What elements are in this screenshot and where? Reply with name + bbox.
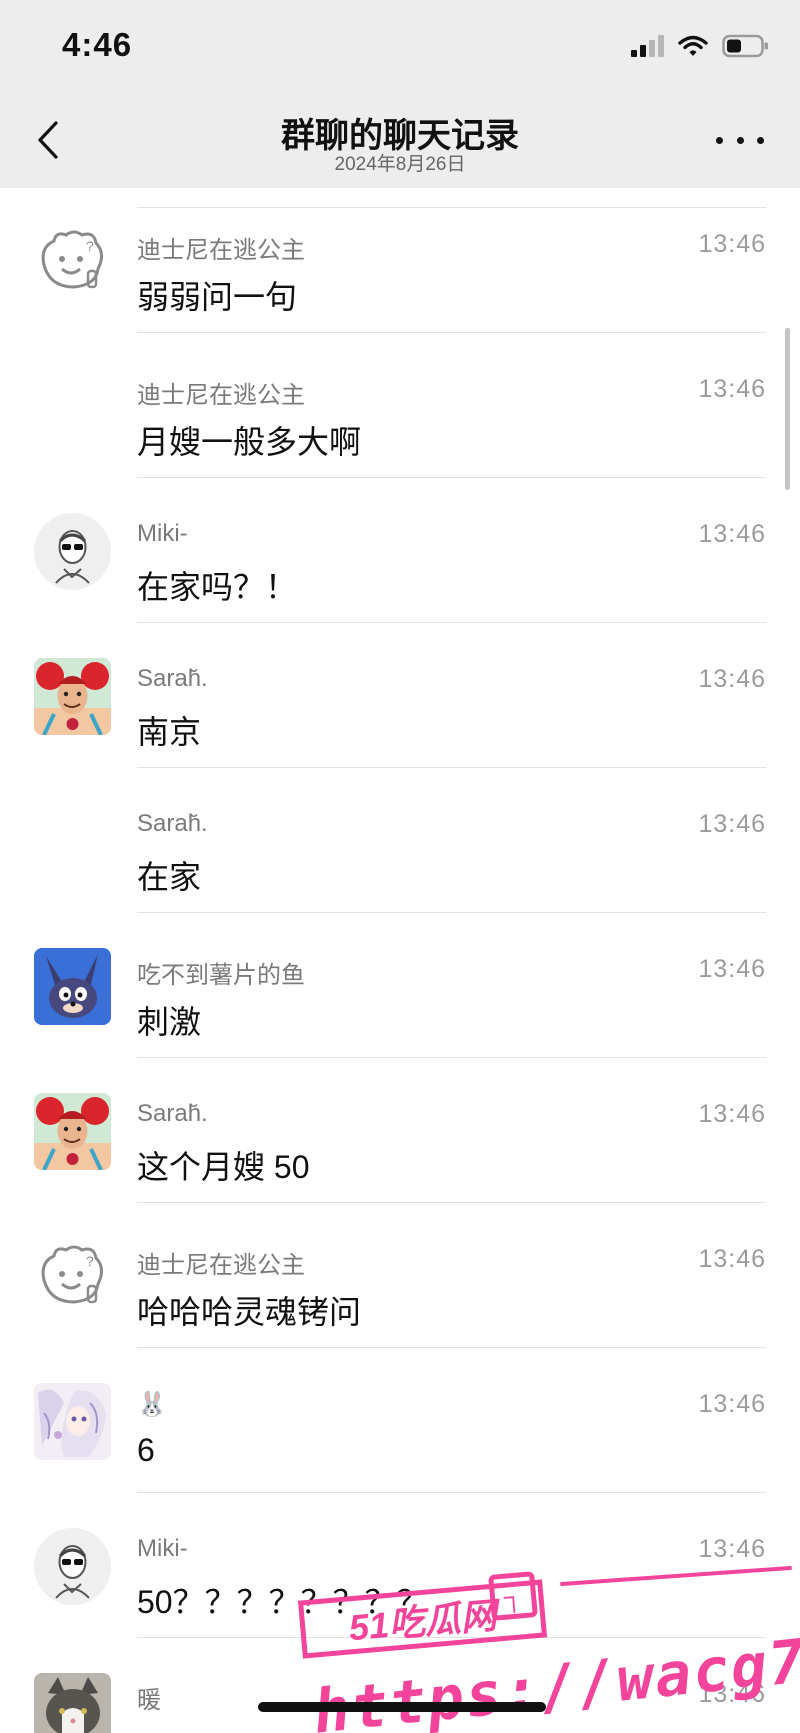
message-time: 13:46 [698,375,766,403]
bear-doodle-avatar[interactable]: ? [34,1238,111,1315]
sender-name: 迪士尼在逃公主 [137,1252,305,1279]
red-hair-avatar[interactable] [34,1093,111,1170]
watermark-corner-mark: ┐ [488,1571,538,1621]
message-time: 13:46 [698,1100,766,1128]
message-time: 13:46 [698,665,766,693]
sender-name: 🐰 [137,1391,167,1418]
message-text: 6 [137,1432,155,1468]
message-row[interactable]: Sarah̆. 13:46 在家 [0,768,800,913]
watermark-line [560,1565,792,1587]
message-text: 南京 [137,714,202,750]
scrollbar[interactable] [785,328,790,490]
wifi-icon [678,35,708,57]
message-row[interactable]: 迪士尼在逃公主 13:46 月嫂一般多大啊 [0,333,800,478]
message-time: 13:46 [698,1390,766,1418]
status-time: 4:46 [62,26,133,63]
more-icon [716,136,723,144]
message-row[interactable]: ? 迪士尼在逃公主 13:46 哈哈哈灵魂铐问 [0,1203,800,1348]
message-time: 13:46 [698,1245,766,1273]
message-text: 弱弱问一句 [137,279,298,315]
cartoon-cat-avatar[interactable] [34,948,111,1025]
message-row[interactable]: 吃不到薯片的鱼 13:46 刺激 [0,913,800,1058]
message-time: 13:46 [698,230,766,258]
message-row[interactable]: ? 迪士尼在逃公主 13:46 弱弱问一句 [0,188,800,333]
message-row[interactable]: Sarah̆. 13:46 南京 [0,623,800,768]
sender-name: Sarah̆. [137,810,208,837]
sender-name: 迪士尼在逃公主 [137,382,305,409]
cellular-signal-icon [631,35,664,57]
message-text: 哈哈哈灵魂铐问 [137,1294,362,1330]
message-row[interactable]: Miki- 13:46 在家吗？！ [0,478,800,623]
sender-name: Miki- [137,1535,188,1562]
navigation-header: 4:46 群聊的聊天记录 2024年8月26日 [0,0,800,188]
sender-name: Sarah̆. [137,665,208,692]
message-text: 这个月嫂 50 [137,1149,310,1185]
page-subtitle-date: 2024年8月26日 [334,154,466,175]
status-icons [631,34,770,58]
bear-doodle-avatar[interactable]: ? [34,223,111,300]
message-time: 13:46 [698,955,766,983]
sender-name: 吃不到薯片的鱼 [137,962,305,989]
svg-text:?: ? [86,1253,94,1269]
message-text: 月嫂一般多大啊 [137,424,362,460]
message-row[interactable]: 🐰 13:46 6 [0,1348,800,1493]
red-hair-avatar[interactable] [34,658,111,735]
message-row[interactable]: Sarah̆. 13:46 这个月嫂 50 [0,1058,800,1203]
sender-name: Miki- [137,520,188,547]
sunglasses-avatar[interactable] [34,1528,111,1605]
sender-name: 迪士尼在逃公主 [137,237,305,264]
more-options-button[interactable] [716,124,764,156]
message-text: 在家 [137,859,202,895]
anime-girl-avatar[interactable] [34,1383,111,1460]
message-time: 13:46 [698,520,766,548]
message-time: 13:46 [698,810,766,838]
sunglasses-avatar[interactable] [34,513,111,590]
chat-record-list: ? 迪士尼在逃公主 13:46 弱弱问一句 迪士尼在逃公主 13:46 月嫂一般… [0,188,800,1733]
cat-photo-avatar[interactable] [34,1673,111,1733]
battery-icon [722,34,770,58]
message-text: 刺激 [137,1004,202,1040]
svg-text:?: ? [86,238,94,254]
home-indicator[interactable] [258,1702,546,1712]
sender-name: 暖 [137,1687,161,1714]
message-text: 在家吗？！ [137,569,298,605]
sender-name: Sarah̆. [137,1100,208,1127]
